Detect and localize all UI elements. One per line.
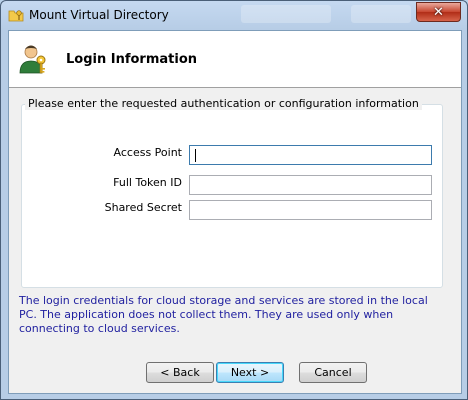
user-key-icon	[19, 45, 46, 74]
title-ghost-region	[241, 5, 331, 23]
folder-key-icon	[8, 10, 24, 22]
next-button[interactable]: Next >	[216, 362, 284, 383]
cancel-button[interactable]: Cancel	[299, 362, 367, 383]
full-token-id-label: Full Token ID	[113, 176, 182, 189]
back-button[interactable]: < Back	[146, 362, 214, 383]
shared-secret-input[interactable]	[189, 200, 432, 220]
page-title: Login Information	[66, 52, 198, 67]
shared-secret-label: Shared Secret	[104, 201, 182, 214]
close-icon: ✕	[433, 4, 444, 20]
dialog-client-area: Login Information Please enter the reque…	[8, 30, 462, 394]
access-point-input[interactable]	[189, 145, 432, 165]
info-message: The login credentials for cloud storage …	[19, 294, 428, 335]
title-bar[interactable]: Mount Virtual Directory ✕	[1, 1, 467, 29]
dialog-window: Mount Virtual Directory ✕ Login Informat…	[0, 0, 468, 400]
access-point-label: Access Point	[113, 146, 182, 159]
window-title: Mount Virtual Directory	[29, 8, 169, 22]
text-caret	[195, 149, 196, 162]
credentials-groupbox	[21, 104, 443, 288]
title-ghost-region	[351, 5, 411, 23]
close-button[interactable]: ✕	[416, 2, 461, 22]
wizard-header: Login Information	[9, 31, 461, 88]
groupbox-legend: Please enter the requested authenticatio…	[25, 97, 422, 110]
full-token-id-input[interactable]	[189, 175, 432, 195]
